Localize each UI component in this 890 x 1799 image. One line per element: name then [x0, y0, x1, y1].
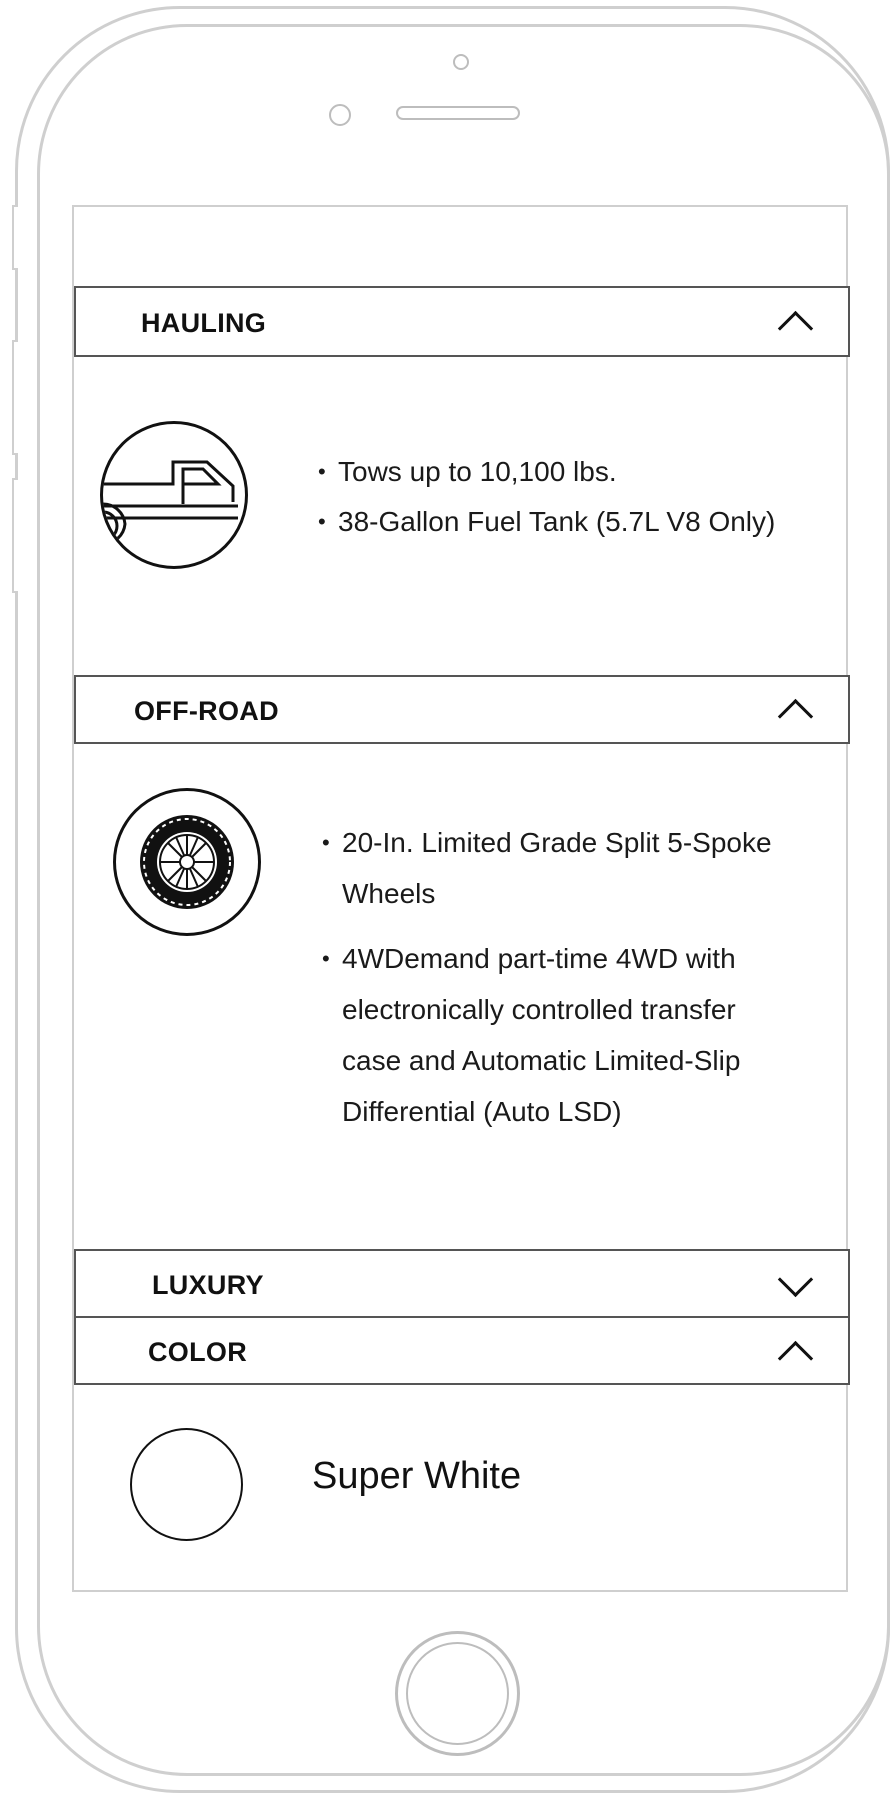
- volume-down-button: [12, 478, 18, 593]
- list-item: Tows up to 10,100 lbs.: [318, 447, 778, 497]
- chevron-up-icon[interactable]: [777, 1340, 814, 1377]
- section-title: OFF-ROAD: [134, 696, 279, 726]
- section-header-off-road[interactable]: OFF-ROAD: [74, 675, 850, 744]
- section-title: HAULING: [141, 308, 267, 338]
- list-item: 20-In. Limited Grade Split 5-Spoke Wheel…: [322, 817, 778, 919]
- silent-switch: [12, 205, 18, 270]
- hauling-features-list: Tows up to 10,100 lbs. 38-Gallon Fuel Ta…: [318, 447, 778, 547]
- chevron-up-icon[interactable]: [777, 698, 814, 735]
- pickup-truck-icon: [100, 421, 248, 569]
- list-item: 38-Gallon Fuel Tank (5.7L V8 Only): [318, 497, 778, 547]
- chevron-up-icon[interactable]: [777, 310, 814, 347]
- list-item: 4WDemand part-time 4WD with electronical…: [322, 933, 778, 1137]
- section-header-hauling[interactable]: HAULING: [74, 286, 850, 357]
- tire-wheel-icon: [113, 788, 261, 936]
- proximity-sensor: [329, 104, 351, 126]
- volume-up-button: [12, 340, 18, 455]
- off-road-features-list: 20-In. Limited Grade Split 5-Spoke Wheel…: [322, 817, 778, 1137]
- section-title: COLOR: [148, 1337, 247, 1367]
- section-title: LUXURY: [152, 1270, 264, 1300]
- front-camera: [453, 54, 469, 70]
- home-button[interactable]: [395, 1631, 520, 1756]
- color-name: Super White: [312, 1455, 522, 1497]
- earpiece-speaker: [396, 106, 520, 120]
- color-swatch[interactable]: [130, 1428, 243, 1541]
- chevron-down-icon[interactable]: [777, 1261, 814, 1298]
- section-header-color[interactable]: COLOR: [74, 1316, 850, 1385]
- section-header-luxury[interactable]: LUXURY: [74, 1249, 850, 1318]
